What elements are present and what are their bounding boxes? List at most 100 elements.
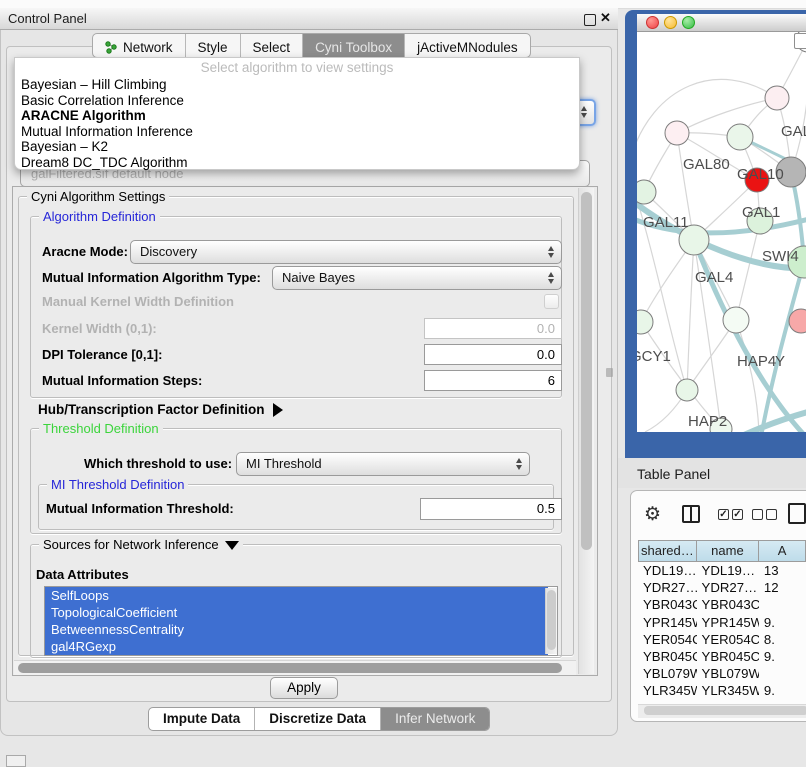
table-row[interactable]: YBR043CYBR043C xyxy=(638,596,806,613)
node-GCY1[interactable] xyxy=(637,310,653,334)
which-threshold-combo[interactable]: MI Threshold xyxy=(236,452,530,476)
network-canvas[interactable]: GALGAL80GAL10GAL1SWI4GAL11GAL4GCY1HAP4YH… xyxy=(637,32,806,432)
aracne-mode-label: Aracne Mode: xyxy=(42,240,128,264)
minimize-traffic-light[interactable] xyxy=(664,16,677,29)
node-label-HAP4: HAP4 xyxy=(737,353,776,370)
node-label-HAP2: HAP2 xyxy=(688,413,727,430)
tab-style[interactable]: Style xyxy=(185,34,240,57)
dpi-tolerance-field[interactable]: 0.0 xyxy=(424,344,562,365)
table-row[interactable]: YER054CYER054C8. xyxy=(638,631,806,648)
attribute-item[interactable]: gal4RGexp xyxy=(45,638,548,655)
combo-arrows-icon xyxy=(581,106,587,118)
node-HAP4[interactable] xyxy=(723,307,749,333)
attribute-item[interactable]: SelfLoops xyxy=(45,587,548,604)
table-cell: YER054C xyxy=(638,631,697,648)
table-cell: YPR145W xyxy=(697,614,759,631)
table-row[interactable]: YBR045CYBR045C9. xyxy=(638,648,806,665)
bottom-tab-infer-network[interactable]: Infer Network xyxy=(380,708,489,730)
table-scrollbar-thumb[interactable] xyxy=(644,706,806,715)
bottom-left-partial-button[interactable] xyxy=(6,755,26,767)
data-attributes-list: SelfLoopsTopologicalCoefficientBetweenne… xyxy=(44,586,558,656)
network-icon xyxy=(105,40,118,54)
kernel-width-field[interactable]: 0.0 xyxy=(424,318,562,339)
kernel-width-label: Kernel Width (0,1): xyxy=(42,318,157,339)
network-graph: GALGAL80GAL10GAL1SWI4GAL11GAL4GCY1HAP4YH… xyxy=(637,32,806,432)
columns-icon[interactable] xyxy=(682,505,700,523)
algorithm-option[interactable]: Bayesian – Hill Climbing xyxy=(15,77,579,93)
table-row[interactable]: YBL079WYBL079W xyxy=(638,665,806,682)
bottom-tab-impute-data[interactable]: Impute Data xyxy=(149,708,254,730)
tab-jactivemnodules[interactable]: jActiveMNodules xyxy=(404,34,530,57)
gear-icon[interactable]: ⚙ xyxy=(644,503,661,526)
close-icon[interactable]: ✕ xyxy=(600,10,611,26)
zoom-traffic-light[interactable] xyxy=(682,16,695,29)
node-GAL11[interactable] xyxy=(637,180,656,204)
tab-network[interactable]: Network xyxy=(93,34,185,57)
manual-kernel-checkbox[interactable] xyxy=(544,294,559,309)
collapse-down-icon xyxy=(225,541,239,550)
algorithm-option[interactable]: Dream8 DC_TDC Algorithm xyxy=(15,155,579,171)
combo-arrows-icon xyxy=(516,458,522,470)
table-cell: YDR27… xyxy=(638,579,697,596)
settings-vertical-scrollbar[interactable] xyxy=(578,188,594,674)
algorithm-option[interactable]: Basic Correlation Inference xyxy=(15,93,579,109)
bottom-tab-discretize-data[interactable]: Discretize Data xyxy=(254,708,380,730)
node-gal-pink[interactable] xyxy=(765,86,789,110)
sources-group-title[interactable]: Sources for Network Inference xyxy=(39,537,243,552)
table-cell: YBL079W xyxy=(697,665,759,682)
check-all-icon[interactable]: ✓ xyxy=(718,509,729,520)
mi-threshold-group-title: MI Threshold Definition xyxy=(47,477,188,492)
mi-type-combo[interactable]: Naive Bayes xyxy=(272,266,562,290)
node-label-GAL11: GAL11 xyxy=(643,214,689,231)
column-header[interactable]: A xyxy=(759,540,806,562)
settings-horizontal-scrollbar[interactable] xyxy=(14,660,576,675)
network-edge xyxy=(677,98,777,133)
column-header[interactable]: shared… xyxy=(638,540,697,562)
node-table: shared…nameA YDL19…YDL19…13YDR27…YDR27…1… xyxy=(638,540,806,704)
node-GAL80[interactable] xyxy=(665,121,689,145)
table-row[interactable]: YDL19…YDL19…13 xyxy=(638,562,806,579)
table-cell xyxy=(759,665,806,682)
algorithm-option[interactable]: Bayesian – K2 xyxy=(15,139,579,155)
which-threshold-label: Which threshold to use: xyxy=(84,452,232,476)
attribute-item[interactable]: BetweennessCentrality xyxy=(45,621,548,638)
network-window-titlebar[interactable] xyxy=(637,14,806,32)
table-cell: YBR045C xyxy=(638,648,697,665)
mi-type-label: Mutual Information Algorithm Type: xyxy=(42,266,261,290)
uncheck-all-icon-2[interactable] xyxy=(766,509,777,520)
table-row[interactable]: YLR345WYLR345W9. xyxy=(638,682,806,699)
combo-arrows-icon xyxy=(548,246,554,258)
aracne-mode-combo[interactable]: Discovery xyxy=(130,240,562,264)
dpi-tolerance-label: DPI Tolerance [0,1]: xyxy=(42,344,162,365)
algorithm-option[interactable]: ARACNE Algorithm xyxy=(15,108,579,124)
mi-steps-field[interactable]: 6 xyxy=(424,370,562,391)
mi-steps-label: Mutual Information Steps: xyxy=(42,370,202,391)
export-table-icon[interactable] xyxy=(788,503,806,524)
tab-select[interactable]: Select xyxy=(240,34,303,57)
apply-button[interactable]: Apply xyxy=(270,677,338,699)
table-row[interactable]: YDR27…YDR27…12 xyxy=(638,579,806,596)
column-header[interactable]: name xyxy=(697,540,759,562)
node-label-GAL: GAL xyxy=(781,123,806,140)
tab-cyni-toolbox[interactable]: Cyni Toolbox xyxy=(302,34,404,57)
float-window-icon[interactable] xyxy=(584,14,596,26)
birdseye-control[interactable] xyxy=(794,33,806,49)
table-row[interactable]: YPR145WYPR145W9. xyxy=(638,614,806,631)
table-cell: 13 xyxy=(759,562,806,579)
table-cell: YBR043C xyxy=(638,596,697,613)
attribute-item[interactable]: TopologicalCoefficient xyxy=(45,604,548,621)
splitter-handle[interactable] xyxy=(606,368,613,377)
close-traffic-light[interactable] xyxy=(646,16,659,29)
control-panel-titlebar[interactable] xyxy=(0,8,618,30)
mi-threshold-field[interactable]: 0.5 xyxy=(420,498,562,520)
check-all-icon-2[interactable]: ✓ xyxy=(732,509,743,520)
uncheck-all-icon[interactable] xyxy=(752,509,763,520)
node-table-body: YDL19…YDL19…13YDR27…YDR27…12YBR043CYBR04… xyxy=(638,562,806,704)
hub-definition-toggle[interactable]: Hub/Transcription Factor Definition xyxy=(38,400,283,420)
table-cell: YBR045C xyxy=(697,648,759,665)
node-GAL10[interactable] xyxy=(727,124,753,150)
table-cell: YBR043C xyxy=(697,596,759,613)
node-HAP2[interactable] xyxy=(676,379,698,401)
attributes-list-scrollbar[interactable] xyxy=(545,588,557,654)
algorithm-option[interactable]: Mutual Information Inference xyxy=(15,124,579,140)
